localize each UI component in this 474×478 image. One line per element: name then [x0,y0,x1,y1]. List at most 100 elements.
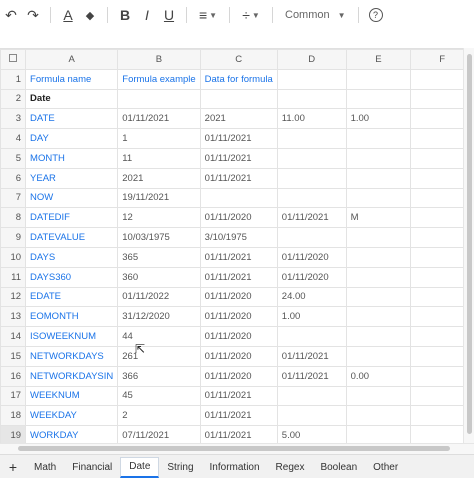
cell[interactable] [345,345,412,367]
text-color-button[interactable]: A [57,4,79,26]
cell[interactable]: 11.00 [276,108,347,130]
cell[interactable]: 0.00 [345,365,412,387]
cell[interactable]: MONTH [25,147,119,169]
vertical-align-button[interactable]: ÷ ▼ [236,4,266,26]
cell[interactable]: Formula example [117,68,201,90]
cell[interactable] [345,68,412,90]
row-header[interactable]: 17 [0,385,27,407]
row-header[interactable]: 14 [0,326,27,347]
cell[interactable]: 01/11/2021 [199,405,278,427]
cell[interactable]: 01/11/2021 [276,345,347,367]
tab-information[interactable]: Information [202,457,268,477]
select-all-corner[interactable] [0,49,27,70]
cell[interactable]: 01/11/2021 [117,108,201,130]
cell[interactable]: 2 [117,405,201,427]
cell[interactable]: WEEKNUM [25,385,119,407]
cell[interactable] [345,266,412,288]
row-header[interactable]: 11 [0,266,27,288]
cell[interactable] [276,128,347,149]
cell[interactable]: 1 [117,128,201,149]
cell[interactable]: 01/11/2020 [276,246,347,268]
cell[interactable]: NETWORKDAYSIN [25,365,119,387]
cell[interactable]: DAYS360 [25,266,119,288]
vertical-scroll-thumb[interactable] [467,54,472,434]
cell[interactable] [345,187,412,209]
cell[interactable]: M [345,207,412,229]
cell[interactable]: 1.00 [276,306,347,328]
cell[interactable]: 01/11/2022 [117,286,201,308]
cell[interactable]: 01/11/2021 [199,167,278,189]
row-header[interactable]: 16 [0,365,27,387]
cell[interactable]: YEAR [25,167,119,189]
tab-other[interactable]: Other [365,457,406,477]
cell[interactable] [276,326,347,347]
cell[interactable]: 12 [117,207,201,229]
cell[interactable]: Data for formula [199,68,278,90]
cell[interactable] [345,88,412,110]
cell[interactable]: 2021 [199,108,278,130]
cell[interactable]: DATE [25,108,119,130]
cell[interactable] [276,167,347,189]
underline-button[interactable]: U [158,4,180,26]
cell[interactable]: 01/11/2021 [199,266,278,288]
row-header[interactable]: 18 [0,405,27,427]
cell[interactable]: 261 [117,345,201,367]
cell[interactable] [276,147,347,169]
vertical-scrollbar[interactable] [463,48,474,444]
cell[interactable]: 01/11/2021 [199,385,278,407]
cell[interactable] [276,227,347,248]
cell[interactable]: 45 [117,385,201,407]
cell[interactable] [345,306,412,328]
cell[interactable]: NETWORKDAYS [25,345,119,367]
cell[interactable]: NOW [25,187,119,209]
cell[interactable]: 01/11/2021 [276,365,347,387]
cell[interactable] [345,326,412,347]
cell[interactable] [345,246,412,268]
row-header[interactable]: 1 [0,68,27,90]
cell[interactable]: 01/11/2020 [199,306,278,328]
cell[interactable]: DAY [25,128,119,149]
cell[interactable]: 31/12/2020 [117,306,201,328]
tab-regex[interactable]: Regex [268,457,313,477]
row-header[interactable]: 10 [0,246,27,268]
row-header[interactable]: 9 [0,227,27,248]
cell[interactable]: DAYS [25,246,119,268]
cell[interactable] [199,187,278,209]
cell[interactable]: 24.00 [276,286,347,308]
tab-financial[interactable]: Financial [64,457,120,477]
cell[interactable] [345,167,412,189]
column-header[interactable]: D [276,49,347,70]
cell[interactable] [276,88,347,110]
cell[interactable]: 44 [117,326,201,347]
row-header[interactable]: 3 [0,108,27,130]
cell[interactable] [345,286,412,308]
horizontal-scroll-thumb[interactable] [18,446,450,451]
cell[interactable]: 01/11/2020 [276,266,347,288]
format-select[interactable]: Common ▼ [279,9,352,21]
cell[interactable]: ISOWEEKNUM [25,326,119,347]
cell[interactable] [345,385,412,407]
cell[interactable] [276,385,347,407]
row-header[interactable]: 12 [0,286,27,308]
column-header[interactable]: B [117,49,201,70]
cell[interactable]: 01/11/2020 [199,286,278,308]
row-header[interactable]: 15 [0,345,27,367]
row-header[interactable]: 4 [0,128,27,149]
add-sheet-button[interactable]: + [0,459,26,475]
tab-math[interactable]: Math [26,457,64,477]
cell[interactable]: 01/11/2020 [199,345,278,367]
align-button[interactable]: ≡ ▼ [193,4,223,26]
cell[interactable]: 1.00 [345,108,412,130]
cell[interactable]: 01/11/2021 [199,246,278,268]
redo-button[interactable]: ↷ [22,4,44,26]
cell[interactable]: 01/11/2021 [199,147,278,169]
italic-button[interactable]: I [136,4,158,26]
cell[interactable]: EOMONTH [25,306,119,328]
column-header[interactable]: E [345,49,412,70]
tab-date[interactable]: Date [120,456,160,478]
help-button[interactable]: ? [365,4,387,26]
tab-string[interactable]: String [159,457,201,477]
cell[interactable]: WEEKDAY [25,405,119,427]
row-header[interactable]: 6 [0,167,27,189]
cell[interactable]: 01/11/2020 [199,326,278,347]
